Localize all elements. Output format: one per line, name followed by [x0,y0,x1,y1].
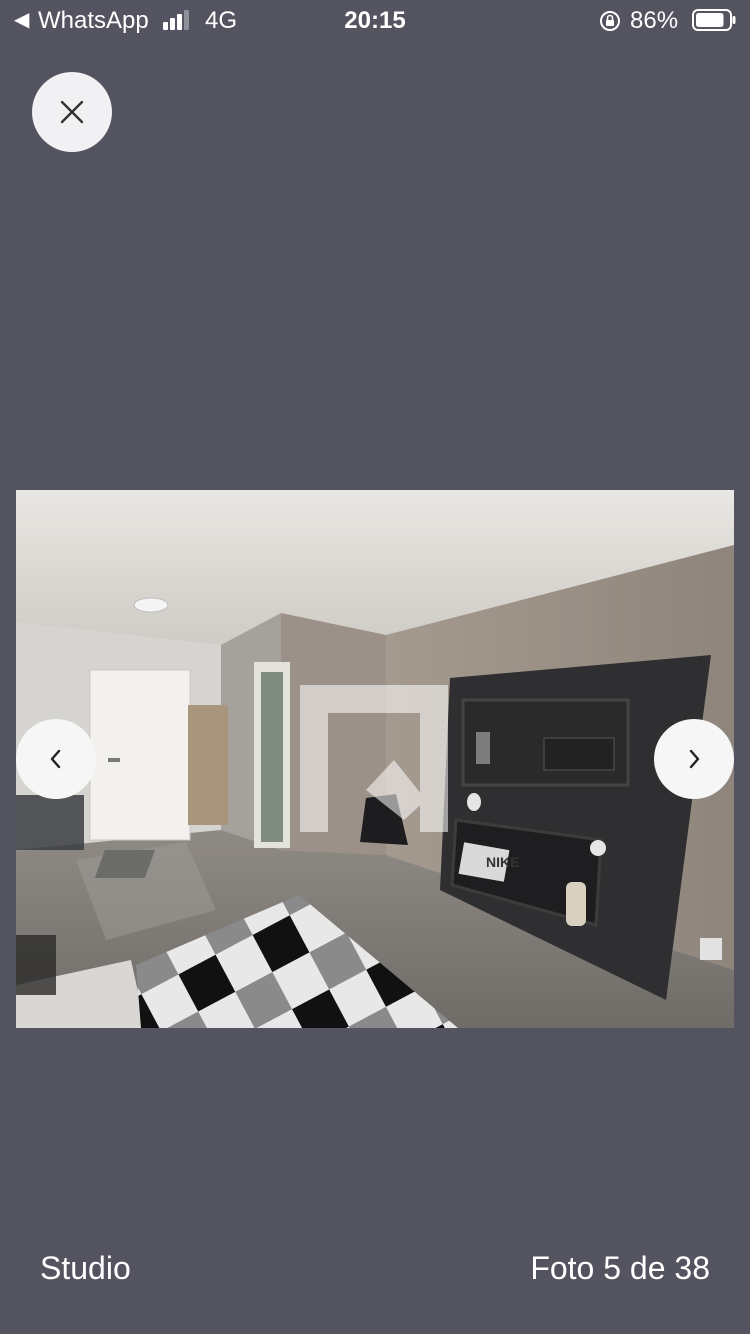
close-icon [60,100,84,124]
photo-box-label: NIKE [486,854,519,870]
chevron-left-icon [50,749,61,769]
previous-photo-button[interactable] [16,719,96,799]
orientation-lock-icon [600,11,620,31]
status-bar: ◀ WhatsApp 4G 20:15 86% [0,0,750,40]
chevron-right-icon [689,749,700,769]
close-button[interactable] [32,72,112,152]
battery-percent: 86% [630,7,679,34]
gallery-photo[interactable]: NIKE [16,490,734,1028]
battery-icon [692,9,736,31]
photo-counter: Foto 5 de 38 [530,1250,710,1286]
photo-title: Studio [40,1250,131,1286]
next-photo-button[interactable] [654,719,734,799]
studio-room-photo: NIKE [16,490,734,1028]
